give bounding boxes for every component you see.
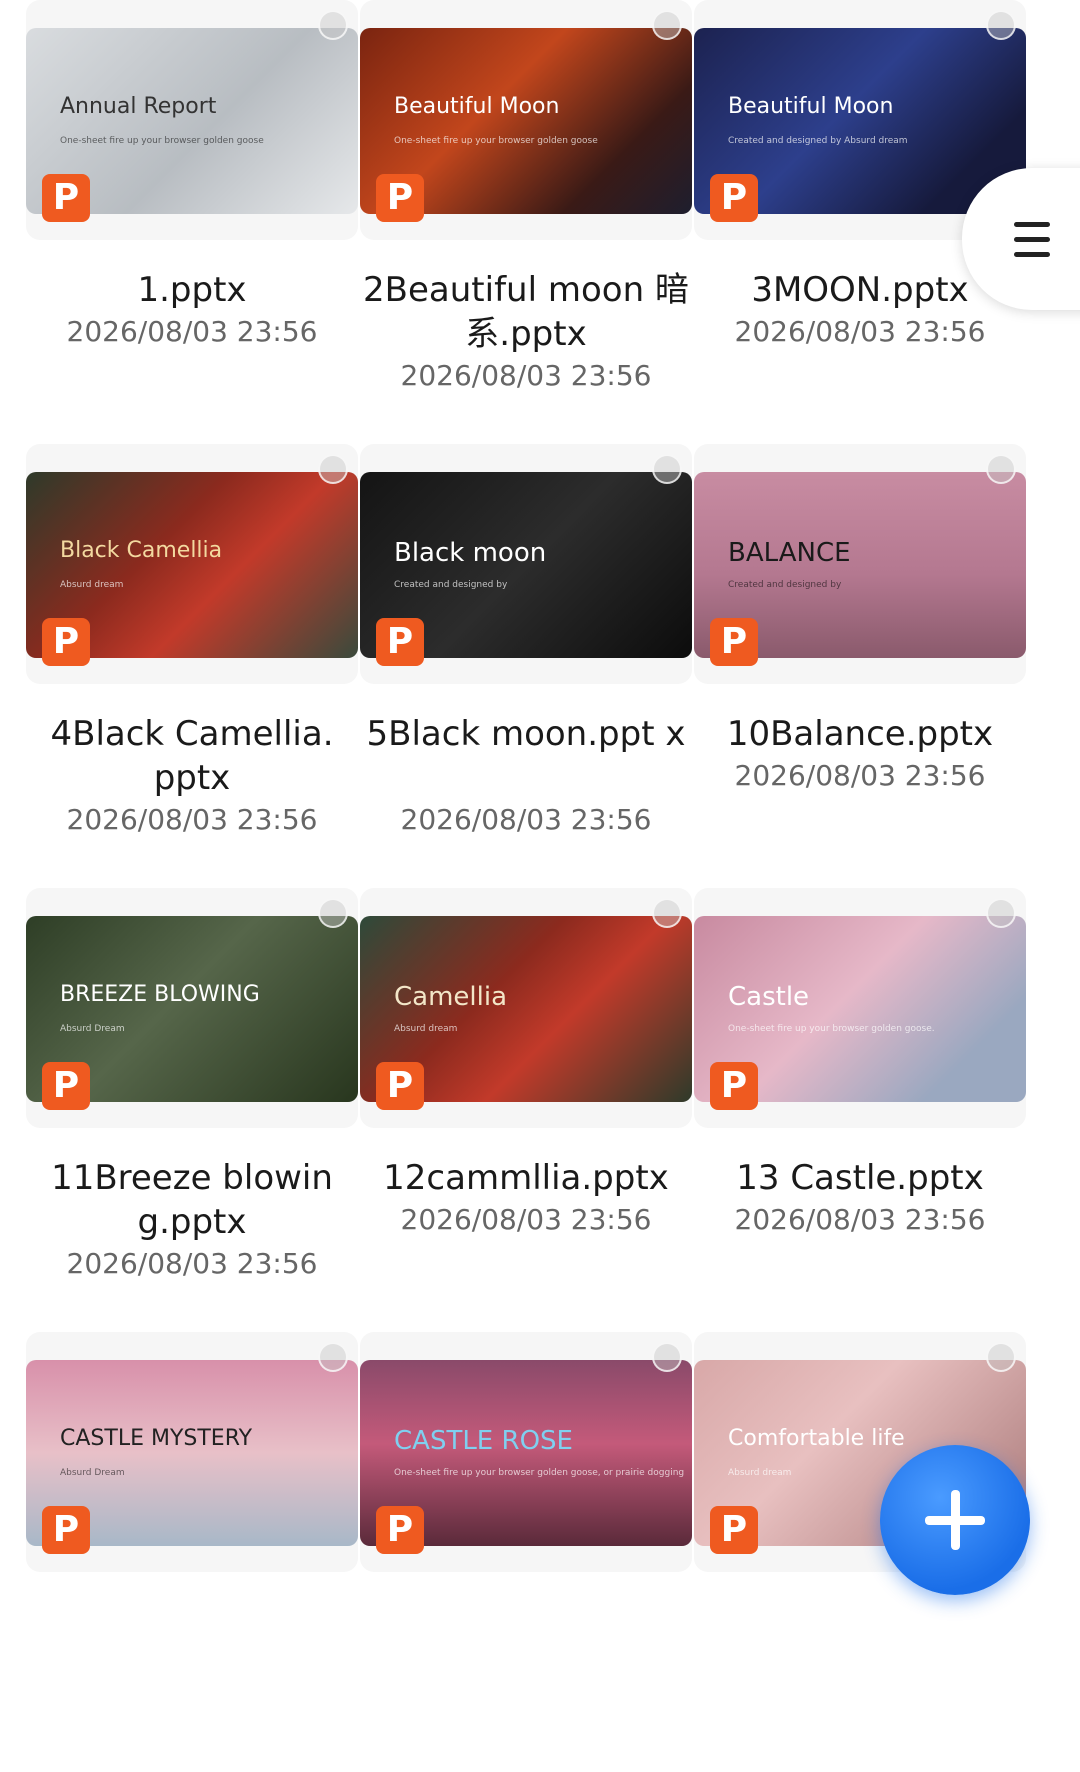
thumbnail-title: Black Camellia [60,538,223,563]
file-item[interactable]: Annual Report One-sheet fire up your brow… [26,0,358,440]
powerpoint-file-icon: P [376,174,424,222]
thumbnail-subtitle: One-sheet fire up your browser golden go… [394,1468,685,1478]
powerpoint-file-icon: P [710,1062,758,1110]
file-date: 2026/08/03 23:56 [400,359,652,392]
file-item[interactable]: Black moon Created and designed by P 5Black… [360,444,692,884]
thumbnail-subtitle: Created and designed by [728,580,842,590]
thumbnail-title: Annual Report [60,94,217,119]
file-date: 2026/08/03 23:56 [734,1203,986,1236]
thumbnail-subtitle: One-sheet fire up your browser golden go… [60,136,264,146]
thumbnail-title: BREEZE BLOWING [60,982,260,1007]
file-item[interactable]: Castle One-sheet fire up your browser gol… [694,888,1026,1328]
powerpoint-file-icon: P [710,1506,758,1554]
powerpoint-file-icon: P [376,618,424,666]
thumbnail-subtitle: Absurd Dream [60,1024,125,1034]
file-date: 2026/08/03 23:56 [734,315,986,348]
file-thumbnail-frame: BALANCE Created and designed by P [694,444,1026,684]
thumbnail-title: Camellia [394,982,508,1012]
file-item[interactable]: Beautiful Moon One-sheet fire up your bro… [360,0,692,440]
file-item[interactable]: Camellia Absurd dream P 12cammllia.pptx 2026… [360,888,692,1328]
select-checkbox[interactable] [318,1342,348,1372]
powerpoint-file-icon: P [710,174,758,222]
file-name: 11Breeze blowin g.pptx [51,1158,333,1242]
file-name: 4Black Camellia. pptx [50,714,334,798]
thumbnail-subtitle: One-sheet fire up your browser golden go… [394,136,598,146]
powerpoint-file-icon: P [710,618,758,666]
powerpoint-file-icon: P [42,1506,90,1554]
select-checkbox[interactable] [652,1342,682,1372]
file-date: 2026/08/03 23:56 [734,759,986,792]
select-checkbox[interactable] [318,454,348,484]
thumbnail-title: Beautiful Moon [728,94,894,119]
powerpoint-file-icon: P [42,174,90,222]
file-name: 1.pptx [137,270,247,310]
file-item[interactable]: CASTLE ROSE One-sheet fire up your browse… [360,1332,692,1772]
add-file-fab[interactable] [880,1445,1030,1595]
file-name: 13 Castle.pptx [736,1158,984,1198]
file-thumbnail-frame: Camellia Absurd dream P [360,888,692,1128]
file-thumbnail-frame: BREEZE BLOWING Absurd Dream P [26,888,358,1128]
file-date: 2026/08/03 23:56 [66,315,318,348]
file-thumbnail-frame: CASTLE ROSE One-sheet fire up your browse… [360,1332,692,1572]
file-date: 2026/08/03 23:56 [66,803,318,836]
file-item[interactable]: BREEZE BLOWING Absurd Dream P 11Breeze blow… [26,888,358,1328]
thumbnail-title: Black moon [394,538,547,568]
file-thumbnail-frame: CASTLE MYSTERY Absurd Dream P [26,1332,358,1572]
select-checkbox[interactable] [652,10,682,40]
select-checkbox[interactable] [652,454,682,484]
file-item[interactable]: Black Camellia Absurd dream P 4Black Camell… [26,444,358,884]
file-thumbnail-frame: Black moon Created and designed by P [360,444,692,684]
file-name: 10Balance.pptx [726,714,994,754]
select-checkbox[interactable] [652,898,682,928]
thumbnail-title: Beautiful Moon [394,94,560,119]
thumbnail-title: CASTLE MYSTERY [60,1426,253,1451]
select-checkbox[interactable] [986,1342,1016,1372]
file-thumbnail-frame: Annual Report One-sheet fire up your brow… [26,0,358,240]
file-item[interactable]: CASTLE MYSTERY Absurd Dream P [26,1332,358,1772]
file-thumbnail-frame: Black Camellia Absurd dream P [26,444,358,684]
select-checkbox[interactable] [318,898,348,928]
file-date: 2026/08/03 23:56 [66,1247,318,1280]
file-thumbnail-frame: Beautiful Moon One-sheet fire up your bro… [360,0,692,240]
thumbnail-title: Castle [728,982,810,1012]
select-checkbox[interactable] [318,10,348,40]
file-name: 12cammllia.pptx [383,1158,669,1198]
thumbnail-subtitle: Created and designed by [394,580,508,590]
powerpoint-file-icon: P [42,1062,90,1110]
hamburger-menu-icon [1014,222,1050,258]
file-date: 2026/08/03 23:56 [400,1203,652,1236]
file-thumbnail-frame: Castle One-sheet fire up your browser gol… [694,888,1026,1128]
thumbnail-subtitle: Absurd dream [394,1024,458,1034]
thumbnail-title: CASTLE ROSE [394,1426,573,1456]
thumbnail-subtitle: Absurd dream [728,1468,792,1478]
thumbnail-subtitle: Absurd Dream [60,1468,125,1478]
thumbnail-subtitle: Absurd dream [60,580,124,590]
select-checkbox[interactable] [986,10,1016,40]
thumbnail-title: BALANCE [728,538,851,568]
powerpoint-file-icon: P [376,1062,424,1110]
thumbnail-title: Comfortable life [728,1426,905,1451]
select-checkbox[interactable] [986,454,1016,484]
file-name: 2Beautiful moon 暗系.pptx [363,270,689,354]
file-item[interactable]: BALANCE Created and designed by P 10Balance… [694,444,1026,884]
file-name: 5Black moon.ppt x [366,714,686,754]
file-date: 2026/08/03 23:56 [400,803,652,836]
powerpoint-file-icon: P [376,1506,424,1554]
thumbnail-subtitle: Created and designed by Absurd dream [728,136,908,146]
thumbnail-subtitle: One-sheet fire up your browser golden go… [728,1024,935,1034]
powerpoint-file-icon: P [42,618,90,666]
file-grid: Annual Report One-sheet fire up your brow… [0,0,1080,1632]
select-checkbox[interactable] [986,898,1016,928]
